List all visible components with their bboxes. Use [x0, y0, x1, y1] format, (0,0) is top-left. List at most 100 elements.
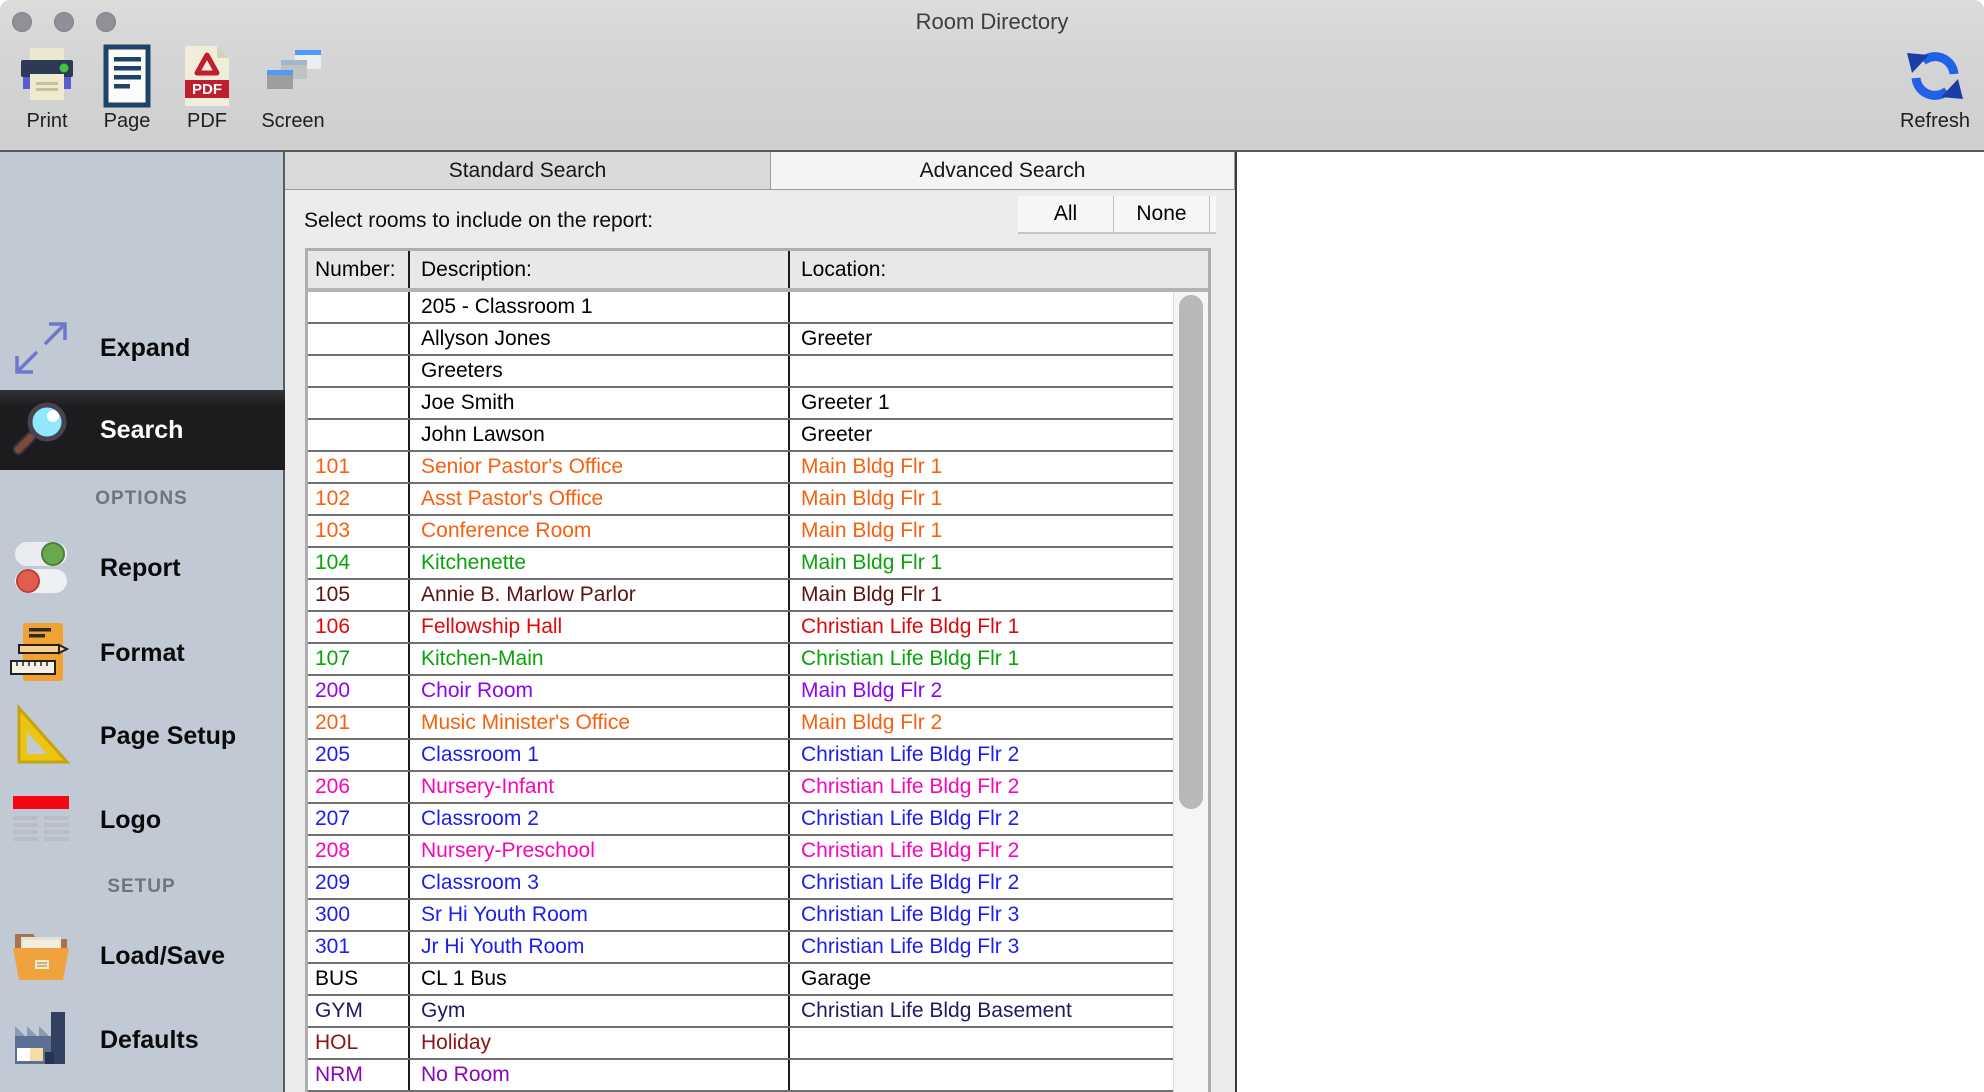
table-row[interactable]: GYM Gym Christian Life Bldg Basement: [308, 996, 1208, 1028]
cell-description[interactable]: Classroom 1: [410, 740, 790, 770]
cell-description[interactable]: Music Minister's Office: [410, 708, 790, 738]
select-none-button[interactable]: None: [1114, 196, 1210, 232]
cell-description[interactable]: Kitchen-Main: [410, 644, 790, 674]
cell-description[interactable]: Choir Room: [410, 676, 790, 706]
page-button[interactable]: Page: [92, 44, 162, 133]
cell-number[interactable]: 106: [308, 612, 410, 642]
cell-description[interactable]: Senior Pastor's Office: [410, 452, 790, 482]
cell-description[interactable]: Fellowship Hall: [410, 612, 790, 642]
cell-location[interactable]: Main Bldg Flr 1: [790, 484, 1208, 514]
table-scrollbar-thumb[interactable]: [1179, 295, 1203, 809]
table-row[interactable]: BUS CL 1 Bus Garage: [308, 964, 1208, 996]
cell-number[interactable]: BUS: [308, 964, 410, 994]
cell-location[interactable]: Main Bldg Flr 1: [790, 452, 1208, 482]
select-all-button[interactable]: All: [1018, 196, 1114, 232]
cell-location[interactable]: Christian Life Bldg Flr 2: [790, 836, 1208, 866]
table-row[interactable]: NRM No Room: [308, 1060, 1208, 1092]
cell-description[interactable]: Nursery-Preschool: [410, 836, 790, 866]
cell-number[interactable]: 301: [308, 932, 410, 962]
table-row[interactable]: 103 Conference Room Main Bldg Flr 1: [308, 516, 1208, 548]
sidebar-item-load-save[interactable]: Load/Save: [0, 916, 283, 996]
cell-description[interactable]: 205 - Classroom 1: [410, 292, 790, 322]
cell-number[interactable]: 207: [308, 804, 410, 834]
cell-location[interactable]: Greeter 1: [790, 388, 1208, 418]
sidebar-item-report[interactable]: Report: [0, 528, 283, 608]
cell-location[interactable]: Main Bldg Flr 1: [790, 516, 1208, 546]
sidebar-item-defaults[interactable]: Defaults: [0, 1000, 283, 1080]
cell-location[interactable]: Christian Life Bldg Flr 2: [790, 804, 1208, 834]
cell-location[interactable]: [790, 1060, 1208, 1090]
table-row[interactable]: 205 - Classroom 1: [308, 292, 1208, 324]
table-row[interactable]: 209 Classroom 3 Christian Life Bldg Flr …: [308, 868, 1208, 900]
cell-location[interactable]: Christian Life Bldg Basement: [790, 996, 1208, 1026]
cell-number[interactable]: 201: [308, 708, 410, 738]
pdf-button[interactable]: PDF PDF: [172, 44, 242, 133]
table-row[interactable]: 300 Sr Hi Youth Room Christian Life Bldg…: [308, 900, 1208, 932]
cell-location[interactable]: Main Bldg Flr 1: [790, 580, 1208, 610]
cell-location[interactable]: Main Bldg Flr 2: [790, 708, 1208, 738]
sidebar-item-format[interactable]: Format: [0, 613, 283, 693]
table-row[interactable]: 208 Nursery-Preschool Christian Life Bld…: [308, 836, 1208, 868]
table-row[interactable]: 207 Classroom 2 Christian Life Bldg Flr …: [308, 804, 1208, 836]
table-row[interactable]: HOL Holiday: [308, 1028, 1208, 1060]
tab-advanced-search[interactable]: Advanced Search: [771, 152, 1235, 189]
cell-description[interactable]: Classroom 3: [410, 868, 790, 898]
table-row[interactable]: 106 Fellowship Hall Christian Life Bldg …: [308, 612, 1208, 644]
cell-number[interactable]: 107: [308, 644, 410, 674]
table-row[interactable]: 101 Senior Pastor's Office Main Bldg Flr…: [308, 452, 1208, 484]
cell-number[interactable]: 104: [308, 548, 410, 578]
table-row[interactable]: Allyson Jones Greeter: [308, 324, 1208, 356]
cell-location[interactable]: Garage: [790, 964, 1208, 994]
cell-description[interactable]: Allyson Jones: [410, 324, 790, 354]
cell-number[interactable]: [308, 324, 410, 354]
cell-description[interactable]: No Room: [410, 1060, 790, 1090]
cell-description[interactable]: Kitchenette: [410, 548, 790, 578]
cell-location[interactable]: Christian Life Bldg Flr 3: [790, 932, 1208, 962]
table-row[interactable]: 102 Asst Pastor's Office Main Bldg Flr 1: [308, 484, 1208, 516]
table-row[interactable]: 105 Annie B. Marlow Parlor Main Bldg Flr…: [308, 580, 1208, 612]
cell-number[interactable]: HOL: [308, 1028, 410, 1058]
cell-location[interactable]: Christian Life Bldg Flr 1: [790, 644, 1208, 674]
cell-location[interactable]: [790, 292, 1208, 322]
cell-number[interactable]: 205: [308, 740, 410, 770]
table-row[interactable]: 107 Kitchen-Main Christian Life Bldg Flr…: [308, 644, 1208, 676]
cell-number[interactable]: 103: [308, 516, 410, 546]
table-row[interactable]: Greeters: [308, 356, 1208, 388]
refresh-button[interactable]: Refresh: [1896, 44, 1974, 133]
cell-description[interactable]: Greeters: [410, 356, 790, 386]
cell-location[interactable]: [790, 1028, 1208, 1058]
print-button[interactable]: Print: [12, 44, 82, 133]
cell-location[interactable]: Christian Life Bldg Flr 2: [790, 868, 1208, 898]
cell-description[interactable]: Holiday: [410, 1028, 790, 1058]
cell-location[interactable]: Christian Life Bldg Flr 2: [790, 772, 1208, 802]
table-row[interactable]: 205 Classroom 1 Christian Life Bldg Flr …: [308, 740, 1208, 772]
screen-button[interactable]: Screen: [258, 44, 328, 133]
table-row[interactable]: 104 Kitchenette Main Bldg Flr 1: [308, 548, 1208, 580]
cell-number[interactable]: [308, 388, 410, 418]
cell-number[interactable]: [308, 292, 410, 322]
cell-location[interactable]: Christian Life Bldg Flr 3: [790, 900, 1208, 930]
cell-description[interactable]: Gym: [410, 996, 790, 1026]
cell-number[interactable]: 101: [308, 452, 410, 482]
cell-location[interactable]: Greeter: [790, 324, 1208, 354]
tab-standard-search[interactable]: Standard Search: [285, 152, 771, 189]
cell-number[interactable]: 200: [308, 676, 410, 706]
table-row[interactable]: 200 Choir Room Main Bldg Flr 2: [308, 676, 1208, 708]
cell-description[interactable]: Classroom 2: [410, 804, 790, 834]
table-row[interactable]: 206 Nursery-Infant Christian Life Bldg F…: [308, 772, 1208, 804]
cell-location[interactable]: Christian Life Bldg Flr 2: [790, 740, 1208, 770]
cell-number[interactable]: 300: [308, 900, 410, 930]
cell-description[interactable]: Nursery-Infant: [410, 772, 790, 802]
cell-description[interactable]: Joe Smith: [410, 388, 790, 418]
cell-location[interactable]: [790, 356, 1208, 386]
cell-number[interactable]: 105: [308, 580, 410, 610]
cell-number[interactable]: 206: [308, 772, 410, 802]
cell-number[interactable]: 209: [308, 868, 410, 898]
cell-location[interactable]: Main Bldg Flr 1: [790, 548, 1208, 578]
cell-number[interactable]: NRM: [308, 1060, 410, 1090]
cell-description[interactable]: John Lawson: [410, 420, 790, 450]
cell-number[interactable]: 208: [308, 836, 410, 866]
cell-description[interactable]: Jr Hi Youth Room: [410, 932, 790, 962]
cell-description[interactable]: Sr Hi Youth Room: [410, 900, 790, 930]
sidebar-item-search[interactable]: Search: [0, 390, 285, 470]
